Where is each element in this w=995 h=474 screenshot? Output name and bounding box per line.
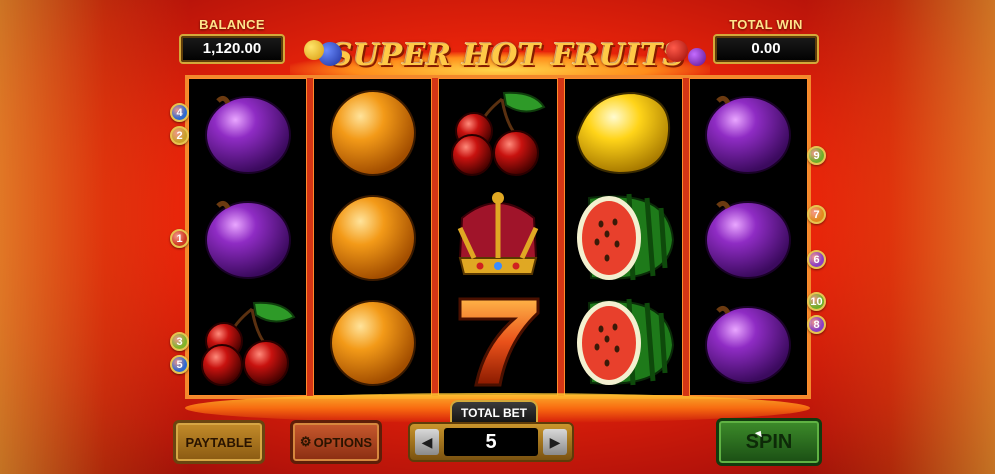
payline-6-indicator[interactable]: 6 [807, 250, 826, 269]
reel-2 [313, 78, 433, 396]
spin-label: SPIN [745, 430, 793, 453]
total-bet-control: TOTAL BET ◀ 5 ▶ [408, 400, 574, 464]
cherry-symbol-icon [194, 293, 302, 391]
payline-10-indicator[interactable]: 10 [807, 292, 826, 311]
seven-symbol-icon [444, 293, 552, 391]
right-flames-decoration [805, 0, 995, 474]
orange-symbol-icon [319, 83, 427, 181]
total-bet-box: ◀ 5 ▶ [408, 422, 574, 462]
plum-symbol-icon [694, 293, 802, 391]
orange-symbol-icon [319, 188, 427, 286]
payline-2-indicator[interactable]: 2 [170, 126, 189, 145]
plum-symbol-icon [694, 83, 802, 181]
total-bet-value: 5 [444, 428, 538, 456]
reel-1 [188, 78, 308, 396]
payline-1-indicator[interactable]: 1 [170, 229, 189, 248]
payline-4-indicator[interactable]: 4 [170, 103, 189, 122]
paytable-label: PAYTABLE [185, 434, 253, 450]
paytable-button[interactable]: PAYTABLE [173, 420, 265, 464]
reels-grid [188, 78, 809, 396]
lemon-logo-icon [304, 40, 324, 60]
increase-bet-button[interactable]: ▶ [543, 429, 567, 455]
balance-meter: BALANCE 1,120.00 [179, 17, 285, 64]
reel-4 [563, 78, 683, 396]
options-button[interactable]: ⚙ OPTIONS [290, 420, 382, 464]
spin-button[interactable]: SPIN [716, 418, 822, 466]
plum-symbol-icon [694, 188, 802, 286]
game-logo: SUPER HOT FRUITS [304, 34, 706, 76]
chevron-right-icon: ▶ [549, 433, 561, 450]
reel-3 [438, 78, 558, 396]
payline-5-indicator[interactable]: 5 [170, 355, 189, 374]
total-bet-label: TOTAL BET [450, 400, 538, 424]
watermelon-symbol-icon [569, 188, 677, 286]
plum-symbol-icon [194, 83, 302, 181]
payline-8-indicator[interactable]: 8 [807, 315, 826, 334]
cherry-logo-icon [666, 40, 688, 62]
total-win-value: 0.00 [713, 34, 819, 64]
options-label: OPTIONS [313, 434, 373, 450]
payline-3-indicator[interactable]: 3 [170, 332, 189, 351]
gear-icon: ⚙ [299, 434, 312, 449]
cherry-symbol-icon [444, 83, 552, 181]
decrease-bet-button[interactable]: ◀ [415, 429, 439, 455]
reel-5 [688, 78, 809, 396]
orange-symbol-icon [319, 293, 427, 391]
balance-value: 1,120.00 [179, 34, 285, 64]
watermelon-symbol-icon [569, 293, 677, 391]
total-win-meter: TOTAL WIN 0.00 [713, 17, 819, 64]
left-flames-decoration [0, 0, 190, 474]
chevron-left-icon: ◀ [421, 433, 433, 450]
total-win-label: TOTAL WIN [729, 17, 803, 32]
payline-7-indicator[interactable]: 7 [807, 205, 826, 224]
logo-text: SUPER HOT FRUITS [330, 37, 686, 73]
lemon-symbol-icon [569, 83, 677, 181]
plum-logo-icon [688, 48, 706, 66]
plum-symbol-icon [194, 188, 302, 286]
crown-symbol-icon [444, 188, 552, 286]
payline-9-indicator[interactable]: 9 [807, 146, 826, 165]
balance-label: BALANCE [199, 17, 265, 32]
